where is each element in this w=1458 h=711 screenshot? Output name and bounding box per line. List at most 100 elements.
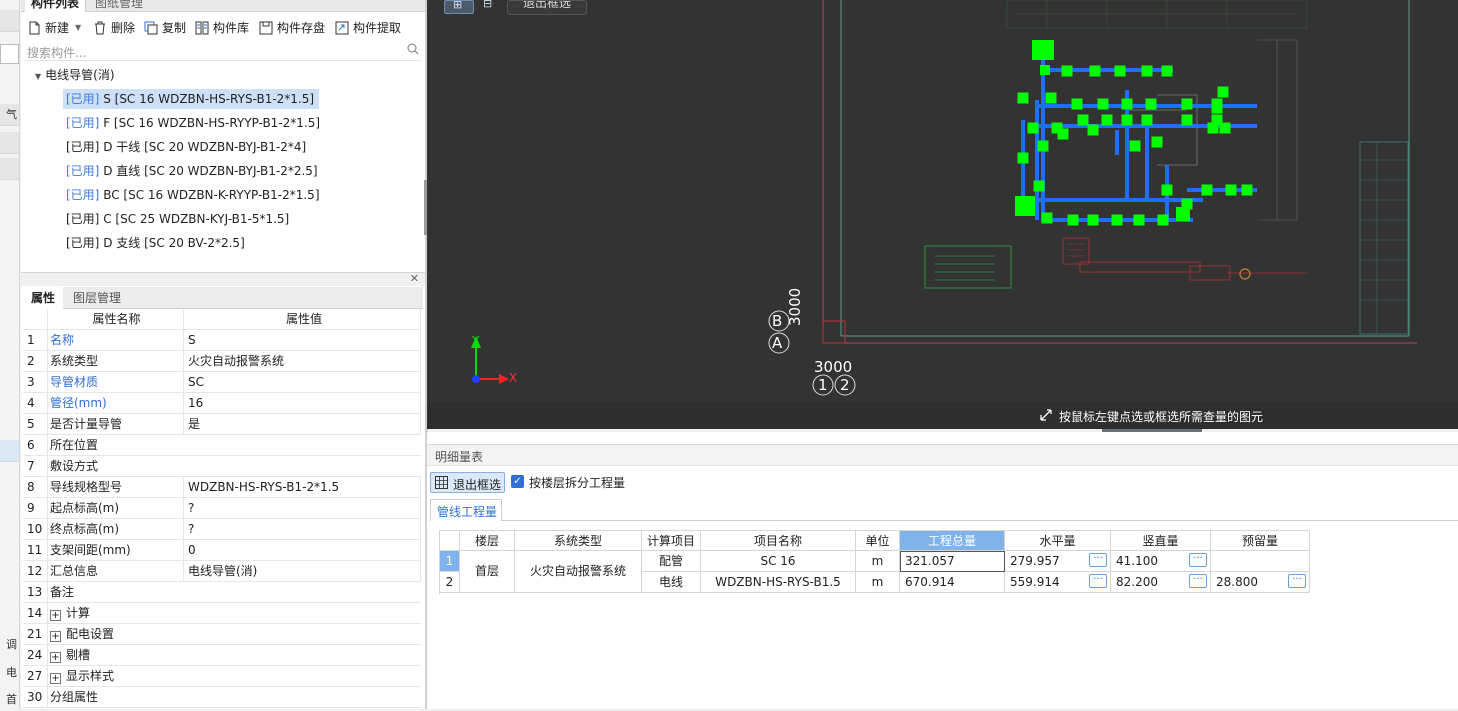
property-row[interactable]: 14 + 计算 (23, 603, 421, 624)
grid-cell-total[interactable]: 321.057 (900, 551, 1005, 572)
property-value[interactable]: ? (183, 519, 421, 539)
strip-button-tiao[interactable]: 调 (0, 634, 19, 656)
property-row[interactable]: 21 + 配电设置 (23, 624, 421, 645)
property-row[interactable]: 4 管径(mm) 16 (23, 393, 421, 414)
search-icon[interactable] (407, 43, 419, 58)
component-search[interactable]: 搜索构件... (25, 41, 421, 61)
column-header[interactable]: 工程总量 (900, 531, 1005, 551)
cad-canvas[interactable]: ⊞ ⊟ 退出框选 B A 3000 3000 1 2 Y X (427, 0, 1458, 429)
grid-cell-floor[interactable]: 首层 (460, 551, 515, 593)
grid-cell-item[interactable]: 电线 (642, 572, 701, 593)
tab-pipeline-quantity[interactable]: 管线工程量 (430, 499, 502, 521)
tab-properties[interactable]: 属性 (23, 287, 64, 309)
property-value[interactable]: 电线导管(消) (183, 561, 421, 581)
tab-layer-management[interactable]: 图层管理 (65, 287, 129, 309)
strip-button[interactable] (0, 132, 19, 154)
grid-cell-unit[interactable]: m (856, 551, 900, 572)
tab-drawing-management[interactable]: 图纸管理 (89, 0, 149, 12)
tree-root[interactable]: ▼ 电线导管(消) (35, 65, 115, 85)
grid-cell-horizontal[interactable]: 279.957 ··· (1005, 551, 1111, 572)
property-value[interactable]: SC (183, 372, 421, 392)
property-value[interactable]: S (183, 330, 421, 350)
property-value[interactable]: 16 (183, 393, 421, 413)
expand-plus-icon[interactable]: + (50, 610, 61, 621)
caret-down-icon[interactable]: ▼ (35, 72, 41, 81)
grid-cell-horizontal[interactable]: 559.914 ··· (1005, 572, 1111, 593)
column-header[interactable]: 预留量 (1211, 531, 1310, 551)
grid-cell-vertical[interactable]: 82.200 ··· (1111, 572, 1211, 593)
save-component-button[interactable]: 构件存盘 (259, 19, 325, 37)
property-value[interactable]: ? (183, 498, 421, 518)
column-header[interactable]: 项目名称 (701, 531, 856, 551)
row-index[interactable]: 1 (440, 551, 460, 572)
column-header[interactable]: 竖直量 (1111, 531, 1211, 551)
grid-cell-unit[interactable]: m (856, 572, 900, 593)
strip-button-selected[interactable] (0, 440, 19, 462)
ellipsis-button[interactable]: ··· (1089, 553, 1107, 567)
strip-button-shou[interactable]: 首 (0, 689, 19, 711)
tree-item-c[interactable]: [已用] C [SC 25 WDZBN-KYJ-B1-5*1.5] (66, 209, 289, 229)
property-row[interactable]: 13 备注 (23, 582, 421, 603)
property-value[interactable]: 0 (183, 540, 421, 560)
property-row[interactable]: 9 起点标高(m)? (23, 498, 421, 519)
property-value[interactable]: WDZBN-HS-RYS-B1-2*1.5 (183, 477, 421, 497)
tree-item-d-branch[interactable]: [已用] D 支线 [SC 20 BV-2*2.5] (66, 233, 245, 253)
property-value[interactable]: 是 (183, 414, 421, 434)
expand-plus-icon[interactable]: + (50, 631, 61, 642)
property-row[interactable]: 30 分组属性 (23, 687, 421, 708)
property-row[interactable]: 1 名称 S (23, 330, 421, 351)
tree-item-d-straight[interactable]: [已用] D 直线 [SC 20 WDZBN-BYJ-B1-2*2.5] (66, 161, 318, 181)
grid-cell-system[interactable]: 火灾自动报警系统 (515, 551, 642, 593)
tree-item-d-trunk[interactable]: [已用] D 干线 [SC 20 WDZBN-BYJ-B1-2*4] (66, 137, 306, 157)
zoom-out-button[interactable]: ⊟ (477, 0, 505, 14)
strip-input[interactable] (0, 44, 19, 64)
ellipsis-button[interactable]: ··· (1189, 574, 1207, 588)
property-row[interactable]: 10 终点标高(m)? (23, 519, 421, 540)
tree-item-f[interactable]: [已用] F [SC 16 WDZBN-HS-RYYP-B1-2*1.5] (66, 113, 320, 133)
grid-cell-reserve[interactable]: 28.800 ··· (1211, 572, 1310, 593)
property-row[interactable]: 3 导管材质 SC (23, 372, 421, 393)
property-row[interactable]: 24 + 剔槽 (23, 645, 421, 666)
property-row[interactable]: 6 所在位置 (23, 435, 421, 456)
grid-cell-name[interactable]: WDZBN-HS-RYS-B1.5 (701, 572, 856, 593)
property-row[interactable]: 11 支架间距(mm) 0 (23, 540, 421, 561)
row-index[interactable]: 2 (440, 572, 460, 593)
strip-button-qi[interactable]: 气 (0, 104, 19, 126)
tree-item-s[interactable]: [已用] S [SC 16 WDZBN-HS-RYS-B1-2*1.5] (63, 89, 319, 109)
strip-button[interactable] (0, 10, 19, 32)
column-header[interactable]: 计算项目 (642, 531, 701, 551)
expand-plus-icon[interactable]: + (50, 673, 61, 684)
chevron-down-icon[interactable]: ▼ (75, 19, 81, 37)
strip-button-dian[interactable]: 电 (0, 662, 19, 684)
ellipsis-button[interactable]: ··· (1089, 574, 1107, 588)
close-icon[interactable]: ✕ (410, 272, 419, 285)
exit-select-top-button[interactable]: 退出框选 (507, 0, 587, 15)
column-header[interactable]: 水平量 (1005, 531, 1111, 551)
new-button[interactable]: 新建 ▼ (27, 19, 81, 37)
library-button[interactable]: 构件库 (195, 19, 249, 37)
tree-item-bc[interactable]: [已用] BC [SC 16 WDZBN-K-RYYP-B1-2*1.5] (66, 185, 320, 205)
tab-component-list[interactable]: 构件列表 (25, 0, 87, 12)
property-row[interactable]: 7 敷设方式 (23, 456, 421, 477)
property-row[interactable]: 8 导线规格型号 WDZBN-HS-RYS-B1-2*1.5 (23, 477, 421, 498)
expand-plus-icon[interactable]: + (50, 652, 61, 663)
extract-component-button[interactable]: 构件提取 (335, 19, 401, 37)
property-value[interactable]: 火灾自动报警系统 (183, 351, 421, 371)
grid-cell-item[interactable]: 配管 (642, 551, 701, 572)
ellipsis-button[interactable]: ··· (1288, 574, 1306, 588)
property-row[interactable]: 12 汇总信息 电线导管(消) (23, 561, 421, 582)
column-header[interactable]: 楼层 (460, 531, 515, 551)
property-row[interactable]: 2 系统类型 火灾自动报警系统 (23, 351, 421, 372)
property-row[interactable]: 5 是否计量导管 是 (23, 414, 421, 435)
zoom-in-button[interactable]: ⊞ (444, 0, 474, 14)
delete-button[interactable]: 删除 (93, 19, 135, 37)
grid-cell-reserve[interactable] (1211, 551, 1310, 572)
column-header[interactable]: 系统类型 (515, 531, 642, 551)
grid-cell-name[interactable]: SC 16 (701, 551, 856, 572)
exit-select-button[interactable]: 退出框选 (430, 472, 505, 493)
grid-cell-vertical[interactable]: 41.100 ··· (1111, 551, 1211, 572)
grid-cell-total[interactable]: 670.914 (900, 572, 1005, 593)
copy-button[interactable]: 复制 (144, 19, 186, 37)
property-row[interactable]: 27 + 显示样式 (23, 666, 421, 687)
ellipsis-button[interactable]: ··· (1189, 553, 1207, 567)
